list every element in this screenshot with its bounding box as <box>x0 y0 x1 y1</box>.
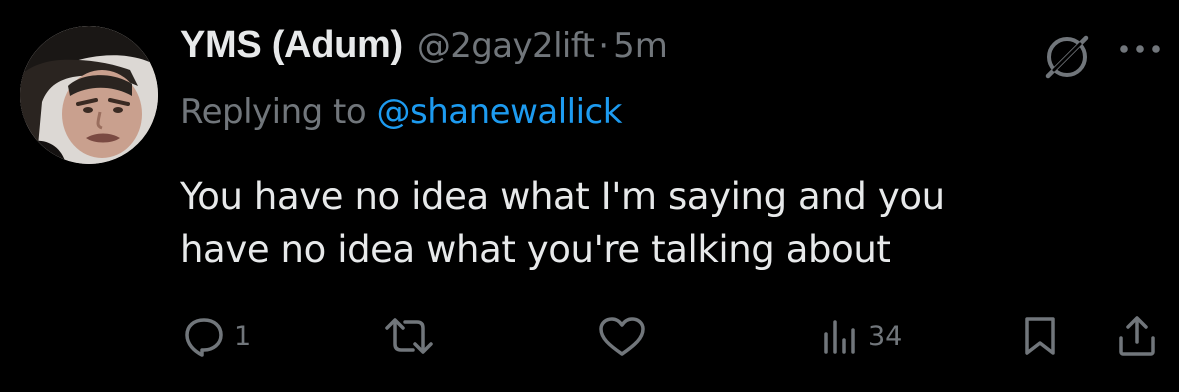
reply-button[interactable]: 1 <box>182 314 251 358</box>
tweet-text-line: You have no idea what I'm saying and you <box>180 175 945 218</box>
tweet-text-line: have no idea what you're talking about <box>180 228 891 271</box>
tweet-header: YMS (Adum) @2gay2lift · 5m <box>180 24 668 74</box>
replying-to: Replying to @shanewallick <box>180 92 622 132</box>
tweet[interactable]: YMS (Adum) @2gay2lift · 5m Replying to @… <box>0 0 1179 392</box>
author-handle[interactable]: @2gay2lift <box>417 26 595 66</box>
author-display-name[interactable]: YMS (Adum) <box>180 24 403 67</box>
tweet-text: You have no idea what I'm saying and you… <box>180 170 1140 276</box>
grok-icon[interactable] <box>1040 30 1094 84</box>
tweet-timestamp[interactable]: 5m <box>613 26 668 66</box>
header-separator: · <box>598 26 610 66</box>
views-count: 34 <box>868 320 903 352</box>
reply-icon <box>185 318 223 357</box>
more-icon[interactable] <box>1116 34 1164 64</box>
share-icon <box>1119 316 1155 356</box>
bookmark-button[interactable] <box>1020 314 1060 358</box>
avatar[interactable] <box>20 26 158 164</box>
views-icon <box>824 320 855 354</box>
retweet-icon <box>385 318 433 354</box>
replying-to-handle-link[interactable]: @shanewallick <box>377 92 623 132</box>
views-button[interactable]: 34 <box>820 314 902 358</box>
share-button[interactable] <box>1115 314 1159 358</box>
like-button[interactable] <box>597 314 655 358</box>
retweet-button[interactable] <box>383 314 443 358</box>
reply-count: 1 <box>234 320 252 352</box>
bookmark-icon <box>1025 317 1055 355</box>
replying-to-label: Replying to <box>180 92 377 132</box>
avatar-image <box>20 26 158 164</box>
heart-icon <box>599 317 645 356</box>
